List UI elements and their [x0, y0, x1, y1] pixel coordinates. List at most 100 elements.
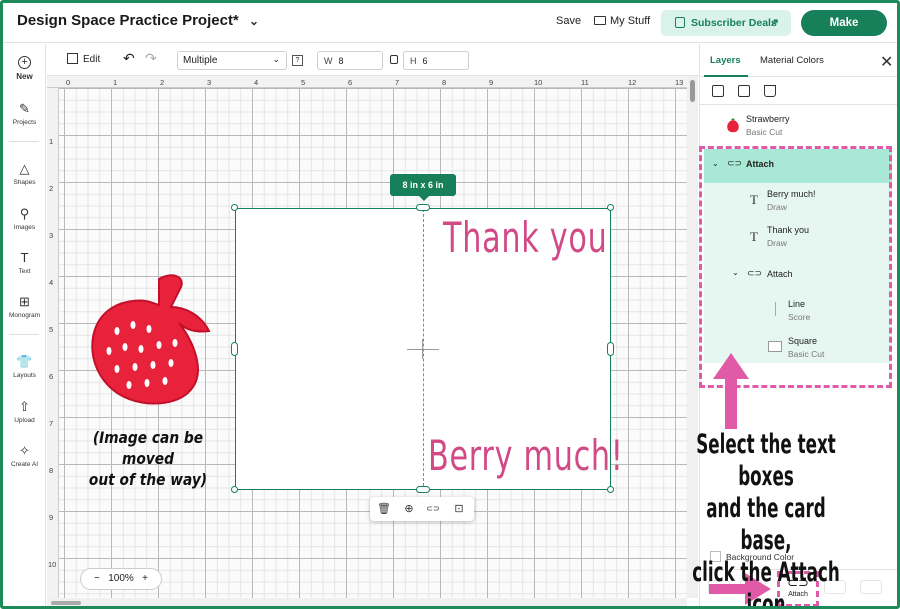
ruler-tick: 8 [442, 78, 447, 87]
duplicate-icon[interactable] [738, 85, 750, 97]
instruction-line2: and the card base, [706, 493, 826, 556]
ruler-tick: 6 [49, 372, 54, 381]
ruler-tick: 10 [534, 78, 543, 87]
zoom-in-button[interactable]: + [142, 573, 148, 584]
strawberry-thumb-icon [727, 118, 739, 133]
ruler-tick: 4 [49, 278, 54, 287]
scroll-thumb[interactable] [690, 80, 695, 102]
redo-icon[interactable]: ↷ [145, 50, 157, 67]
sidebar-item-monogram[interactable]: ⊞ Monogram [3, 294, 46, 319]
sidebar-item-upload[interactable]: ⇧ Upload [3, 399, 46, 424]
resize-handle[interactable] [231, 486, 238, 493]
sidebar-item-shapes[interactable]: △ Shapes [3, 161, 46, 186]
left-ruler: 1 2 3 4 5 6 7 8 9 10 [47, 88, 59, 598]
sidebar-label-text: Text [18, 268, 31, 275]
ruler-tick: 3 [207, 78, 212, 87]
center-crosshair [407, 349, 439, 350]
group-icon[interactable]: ⊡ [452, 502, 466, 516]
my-stuff-button[interactable]: My Stuff [594, 15, 650, 27]
projects-icon: ✎ [19, 101, 30, 116]
project-title-text: Design Space Practice Project* [17, 12, 239, 29]
tab-layers[interactable]: Layers [710, 55, 741, 66]
ruler-tick: 0 [66, 78, 71, 87]
resize-handle[interactable] [416, 204, 430, 211]
top-header: Design Space Practice Project* ⌄ Save My… [3, 3, 897, 43]
sidebar-label-new: New [16, 72, 33, 81]
tag-icon [675, 17, 685, 28]
attach-icon[interactable]: ⊂⊃ [426, 502, 440, 516]
resize-handle[interactable] [231, 342, 238, 356]
sidebar-divider [9, 334, 39, 335]
contour-icon [860, 580, 882, 594]
undo-icon[interactable]: ↶ [123, 50, 135, 67]
context-toolbar: 🗑 ⊕ ⊂⊃ ⊡ [370, 497, 474, 521]
ruler-tick: 10 [48, 560, 57, 569]
top-ruler: 0 1 2 3 4 5 6 7 8 9 10 11 12 13 [47, 76, 687, 88]
ruler-tick: 12 [628, 78, 637, 87]
width-value: 8 [338, 56, 344, 66]
lock-icon[interactable] [390, 55, 398, 64]
scroll-thumb[interactable] [51, 601, 81, 605]
make-button[interactable]: Make [801, 10, 887, 36]
chevron-down-icon[interactable]: ⌄ [249, 14, 259, 28]
ruler-tick: 4 [254, 78, 259, 87]
arrow-up-icon [713, 353, 749, 429]
height-field[interactable]: H6 [403, 51, 469, 70]
sidebar-item-images[interactable]: ⚲ Images [3, 206, 46, 231]
upload-icon: ⇧ [19, 399, 30, 414]
chevron-down-icon: ⌄ [272, 54, 280, 64]
zoom-value: 100% [108, 573, 134, 584]
text-berry-much[interactable]: Berry much! [428, 431, 624, 480]
ruler-tick: 13 [675, 78, 684, 87]
sidebar-label-layouts: Layouts [13, 372, 36, 379]
horizontal-scrollbar[interactable] [47, 598, 687, 606]
trash-icon[interactable]: 🗑 [377, 502, 391, 516]
sidebar-label-upload: Upload [14, 417, 35, 424]
zoom-out-button[interactable]: − [94, 573, 100, 584]
width-label: W [324, 56, 333, 66]
score-line[interactable] [423, 209, 424, 491]
help-icon[interactable]: ? [292, 55, 303, 66]
sidebar-item-text[interactable]: T Text [3, 250, 46, 275]
trash-icon[interactable] [764, 85, 776, 97]
subscriber-deals-label: Subscriber Deals [691, 17, 777, 29]
sidebar-item-new[interactable]: + New [3, 56, 46, 81]
app-frame: Design Space Practice Project* ⌄ Save My… [0, 0, 900, 609]
sidebar-label-shapes: Shapes [13, 179, 36, 186]
layer-strawberry[interactable]: Strawberry Basic Cut [746, 114, 790, 137]
zoom-control: − 100% + [80, 568, 162, 590]
layer-name: Strawberry [746, 114, 790, 124]
text-thank-you[interactable]: Thank you [443, 213, 608, 262]
duplicate-icon[interactable]: ⊕ [402, 502, 416, 516]
close-icon[interactable]: ✕ [880, 52, 893, 72]
project-title[interactable]: Design Space Practice Project* ⌄ [17, 12, 259, 29]
sidebar-item-projects[interactable]: ✎ Projects [3, 101, 46, 126]
edit-button[interactable]: Edit [67, 53, 100, 65]
ruler-tick: 7 [395, 78, 400, 87]
my-stuff-label: My Stuff [610, 15, 651, 27]
operation-select[interactable]: Multiple ⌄ [177, 51, 287, 70]
group-icon[interactable] [712, 85, 724, 97]
strawberry-image[interactable] [89, 271, 213, 411]
resize-handle[interactable] [231, 204, 238, 211]
layer-operation: Basic Cut [746, 127, 783, 137]
resize-handle[interactable] [607, 342, 614, 356]
edit-toolbar: Edit ↶ ↷ Multiple ⌄ ? W8 H6 [47, 44, 699, 76]
sidebar-item-layouts[interactable]: 👕 Layouts [3, 354, 46, 379]
subscriber-deals-button[interactable]: Subscriber Deals ↗ [661, 10, 791, 36]
strawberry-note-line2: out of the way) [88, 470, 208, 489]
instruction-note: Select the text boxes and the card base,… [686, 429, 846, 606]
panel-tabs: Layers Material Colors ✕ [700, 44, 897, 77]
sidebar-item-create-ai[interactable]: ✧ Create AI [3, 443, 46, 468]
sidebar-divider [9, 141, 39, 142]
text-icon: T [20, 250, 29, 265]
sidebar-label-images: Images [13, 224, 36, 231]
save-button[interactable]: Save [556, 15, 581, 27]
resize-handle[interactable] [416, 486, 430, 493]
resize-handle[interactable] [607, 486, 614, 493]
resize-handle[interactable] [607, 204, 614, 211]
height-value: 6 [422, 56, 428, 66]
size-badge: 8 in x 6 in [390, 174, 456, 201]
tab-material-colors[interactable]: Material Colors [760, 55, 824, 66]
width-field[interactable]: W8 [317, 51, 383, 70]
